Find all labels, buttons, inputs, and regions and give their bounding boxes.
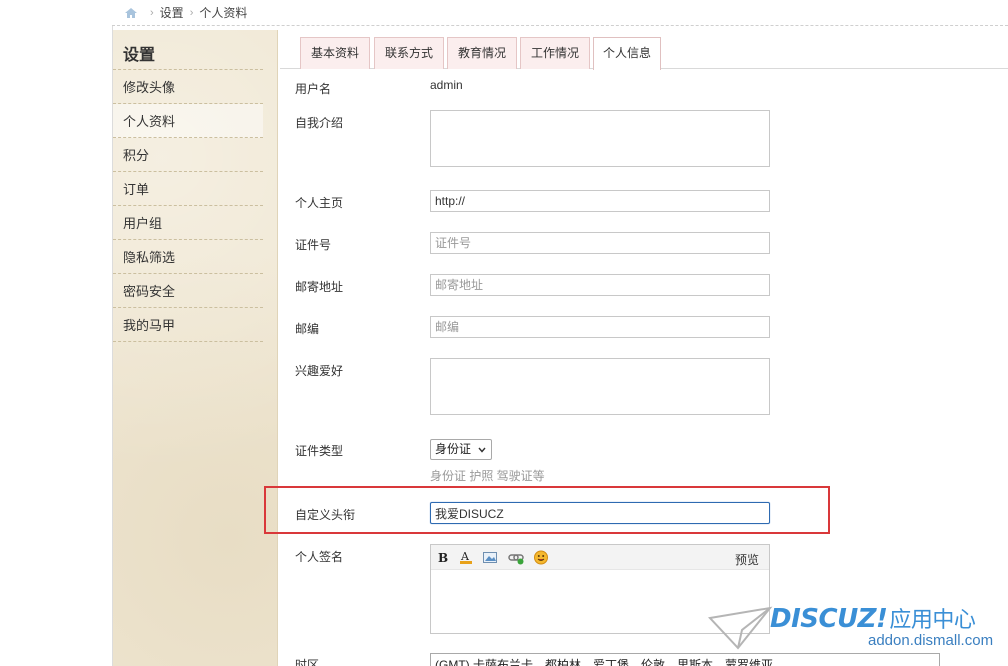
tab-basic[interactable]: 基本资料 [300,37,370,69]
idtype-select[interactable]: 身份证 [430,439,492,460]
breadcrumb-separator: › [150,6,154,19]
tab-personal[interactable]: 个人信息 [593,37,661,70]
smiley-icon[interactable] [533,550,549,565]
tab-contact[interactable]: 联系方式 [374,37,444,69]
editor-toolbar: B A 预览 [431,545,769,570]
preview-button[interactable]: 预览 [735,551,759,568]
sidebar-item-privacy[interactable]: 隐私筛选 [113,240,263,274]
sidebar-item-password[interactable]: 密码安全 [113,274,263,308]
breadcrumb-separator: › [189,6,194,19]
sidebar-item-credits[interactable]: 积分 [113,138,263,172]
bio-label: 自我介绍 [295,116,344,130]
address-label: 邮寄地址 [295,280,344,294]
breadcrumb-link-settings[interactable]: 设置 [160,4,184,21]
tab-work[interactable]: 工作情况 [520,37,590,69]
zipcode-label: 邮编 [295,322,320,336]
homepage-input[interactable] [430,190,770,212]
tab-education[interactable]: 教育情况 [447,37,517,69]
bio-textarea[interactable] [430,110,770,167]
idtype-hint: 身份证 护照 驾驶证等 [430,469,545,483]
watermark-logo: DISCUZ!应用中心 addon.dismall.com [708,598,1008,658]
svg-text:B: B [438,551,448,565]
username-label: 用户名 [295,82,332,96]
interests-label: 兴趣爱好 [295,364,344,378]
sidebar-title: 设置 [113,30,263,70]
watermark-brand: DISCUZ!应用中心 [770,604,976,634]
signature-label: 个人签名 [295,550,344,564]
sidebar-item-orders[interactable]: 订单 [113,172,263,206]
username-value: admin [430,78,463,92]
idtype-label: 证件类型 [295,444,344,458]
paper-plane-icon [708,606,773,650]
breadcrumb-link-profile[interactable]: 个人资料 [199,4,247,21]
bold-icon[interactable]: B [435,550,451,565]
watermark-url: addon.dismall.com [868,632,994,649]
sidebar-item-usergroup[interactable]: 用户组 [113,206,263,240]
breadcrumb: › 设置 › 个人资料 [112,0,1008,26]
customtitle-input[interactable] [430,502,770,524]
settings-page: › 设置 › 个人资料 设置 修改头像 个人资料 积分 订单 用户组 隐私筛选 … [0,0,1008,666]
idnumber-input[interactable] [430,232,770,254]
address-input[interactable] [430,274,770,296]
link-icon[interactable] [508,550,524,565]
settings-sidebar: 设置 修改头像 个人资料 积分 订单 用户组 隐私筛选 密码安全 我的马甲 [113,30,278,666]
sidebar-item-vest[interactable]: 我的马甲 [113,308,263,342]
home-icon[interactable] [124,7,138,19]
customtitle-label: 自定义头衔 [295,508,356,522]
sidebar-item-profile[interactable]: 个人资料 [113,104,263,138]
timezone-label: 时区 [295,658,320,666]
interests-textarea[interactable] [430,358,770,415]
homepage-label: 个人主页 [295,196,344,210]
sidebar-item-avatar[interactable]: 修改头像 [113,70,263,104]
zipcode-input[interactable] [430,316,770,338]
profile-tabs: 基本资料 联系方式 教育情况 工作情况 个人信息 [280,37,1008,70]
idnumber-label: 证件号 [295,238,332,252]
font-color-icon[interactable]: A [458,550,474,565]
idtype-selected: 身份证 [435,442,472,456]
chevron-down-icon [478,447,486,453]
image-icon[interactable] [482,550,498,565]
sidebar-menu: 修改头像 个人资料 积分 订单 用户组 隐私筛选 密码安全 我的马甲 [113,70,277,342]
